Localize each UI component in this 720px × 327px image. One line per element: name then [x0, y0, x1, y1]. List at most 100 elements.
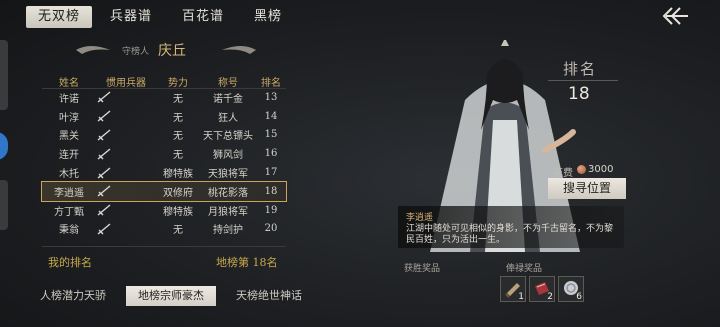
table-header: 姓名 惯用兵器 势力 称号 排名 — [42, 74, 286, 89]
right-wing-icon — [222, 46, 256, 54]
header-divider — [42, 88, 286, 89]
cell-rank: 16 — [264, 148, 278, 160]
cell-title: 天狼将军 — [208, 169, 248, 181]
item-count: 6 — [576, 292, 582, 302]
copper-coin-icon — [577, 165, 586, 174]
cell-weapon — [96, 147, 156, 161]
side-handle-bottom[interactable] — [0, 180, 8, 230]
footer-divider — [42, 246, 286, 247]
table-row[interactable]: 许诺 无 诺千金 13 — [42, 88, 286, 107]
sword-icon — [96, 222, 112, 236]
cell-weapon — [96, 166, 156, 180]
tab-wushuang[interactable]: 无双榜 — [26, 6, 93, 28]
item-count: 1 — [518, 292, 524, 302]
guardian-name: 庆丘 — [158, 43, 186, 59]
cell-name: 连开 — [59, 150, 79, 162]
cell-weapon — [96, 203, 156, 217]
cell-rank: 14 — [264, 110, 278, 122]
cell-weapon — [96, 90, 156, 104]
header-faction: 势力 — [168, 78, 188, 89]
cell-faction: 无 — [173, 225, 183, 237]
cell-faction: 穆特族 — [163, 169, 193, 181]
my-rank-value: 地榜第 18名 — [216, 256, 278, 269]
tab-tian-bang[interactable]: 天榜绝世神话 — [224, 286, 314, 306]
table-body: 许诺无诺千金 13 叶淳无狂人 14 黑关无天下总镖头 15 连开无狮风剑 16 木托 穆特族 天狼… — [41, 88, 287, 239]
table-row-selected[interactable]: 李逍遥 双修府 桃花影落 18 — [41, 180, 287, 202]
table-row[interactable]: 连开 无 狮风剑 16 — [42, 144, 286, 163]
cell-title: 桃花影落 — [208, 187, 248, 199]
side-handle-top[interactable] — [0, 40, 8, 110]
cost-value: 3000 — [588, 164, 614, 175]
cell-weapon — [96, 128, 156, 142]
cell-title: 诺千金 — [213, 93, 243, 105]
cell-rank: 20 — [264, 223, 278, 235]
rank-divider — [548, 80, 618, 81]
tab-black[interactable]: 黑榜 — [242, 6, 294, 28]
quote-text: 江湖中随处可见相似的身影，不为千古留名，不为黎民百姓，只为活出一生。 — [406, 224, 614, 245]
header-weapon: 惯用兵器 — [106, 78, 146, 89]
cell-name: 许诺 — [59, 93, 79, 105]
cell-faction: 无 — [173, 131, 183, 143]
cell-title: 月狼将军 — [208, 206, 248, 218]
tab-weapons[interactable]: 兵器谱 — [98, 6, 164, 28]
bottom-tab-bar: 人榜潜力天骄 地榜宗师豪杰 天榜绝世神话 — [28, 286, 322, 306]
cell-name: 李逍遥 — [54, 187, 84, 199]
quote-name: 李逍遥 — [406, 213, 434, 223]
cell-rank: 13 — [264, 91, 278, 103]
cell-faction: 无 — [173, 93, 183, 105]
header-rank: 排名 — [261, 78, 281, 89]
header-title: 称号 — [218, 78, 238, 89]
guardian-label: 守榜人 — [122, 47, 150, 57]
cell-faction: 无 — [173, 112, 183, 124]
cell-rank: 17 — [264, 167, 278, 179]
salary-reward-label: 俸禄奖品 — [506, 264, 543, 274]
sword-icon — [96, 166, 112, 180]
sword-icon — [96, 90, 112, 104]
table-row[interactable]: 黑关 无 天下总镖头 15 — [42, 126, 286, 145]
cell-weapon — [96, 222, 156, 236]
left-wing-icon — [76, 46, 110, 54]
reward-item-book[interactable]: 2 — [529, 276, 555, 302]
sword-icon — [96, 147, 112, 161]
cell-rank: 15 — [264, 129, 278, 141]
cell-title: 狮风剑 — [213, 150, 243, 162]
header-name: 姓名 — [59, 78, 79, 89]
table-row[interactable]: 秉翁 无 持剑护 20 — [42, 220, 286, 239]
sword-icon — [96, 128, 112, 142]
cell-title: 天下总镖头 — [203, 131, 253, 143]
table-row[interactable]: 方丁甄 穆特族 月狼将军 19 — [42, 201, 286, 220]
cell-title: 狂人 — [218, 112, 238, 124]
search-location-button[interactable]: 搜寻位置 — [548, 178, 626, 199]
item-count: 2 — [547, 292, 553, 302]
rank-label: 排名 — [563, 60, 598, 78]
cell-name: 方丁甄 — [54, 206, 84, 218]
cell-rank: 19 — [264, 204, 278, 216]
cost-label: 花费 — [553, 168, 573, 179]
cell-faction: 无 — [173, 150, 183, 162]
sword-icon — [96, 184, 112, 198]
cell-title: 持剑护 — [213, 225, 243, 237]
table-row[interactable]: 木托 穆特族 天狼将军 17 — [42, 163, 286, 182]
sword-icon — [96, 109, 112, 123]
cell-weapon — [96, 184, 156, 198]
tab-di-bang[interactable]: 地榜宗师豪杰 — [126, 286, 216, 306]
top-tab-bar: 无双榜 兵器谱 百花谱 黑榜 — [26, 6, 300, 30]
cell-name: 叶淳 — [59, 112, 79, 124]
cell-faction: 穆特族 — [163, 206, 193, 218]
guardian-header: 守榜人 庆丘 — [76, 38, 256, 62]
cell-weapon — [96, 109, 156, 123]
cell-name: 黑关 — [59, 131, 79, 143]
character-quote: 李逍遥 江湖中随处可见相似的身影，不为千古留名，不为黎民百姓，只为活出一生。 — [398, 206, 624, 248]
reward-item-silver[interactable]: 6 — [558, 276, 584, 302]
back-arrow-icon[interactable] — [658, 4, 690, 28]
table-row[interactable]: 叶淳 无 狂人 14 — [42, 107, 286, 126]
cell-faction: 双修府 — [163, 187, 193, 199]
tab-ren-bang[interactable]: 人榜潜力天骄 — [28, 286, 118, 306]
sword-icon — [96, 203, 112, 217]
win-reward-label: 获胜奖品 — [404, 264, 441, 274]
tab-flowers[interactable]: 百花谱 — [170, 6, 236, 28]
cell-rank: 18 — [264, 185, 278, 197]
reward-item-scroll[interactable]: 1 — [500, 276, 526, 302]
rank-value: 18 — [568, 84, 590, 104]
cell-name: 木托 — [59, 169, 79, 181]
